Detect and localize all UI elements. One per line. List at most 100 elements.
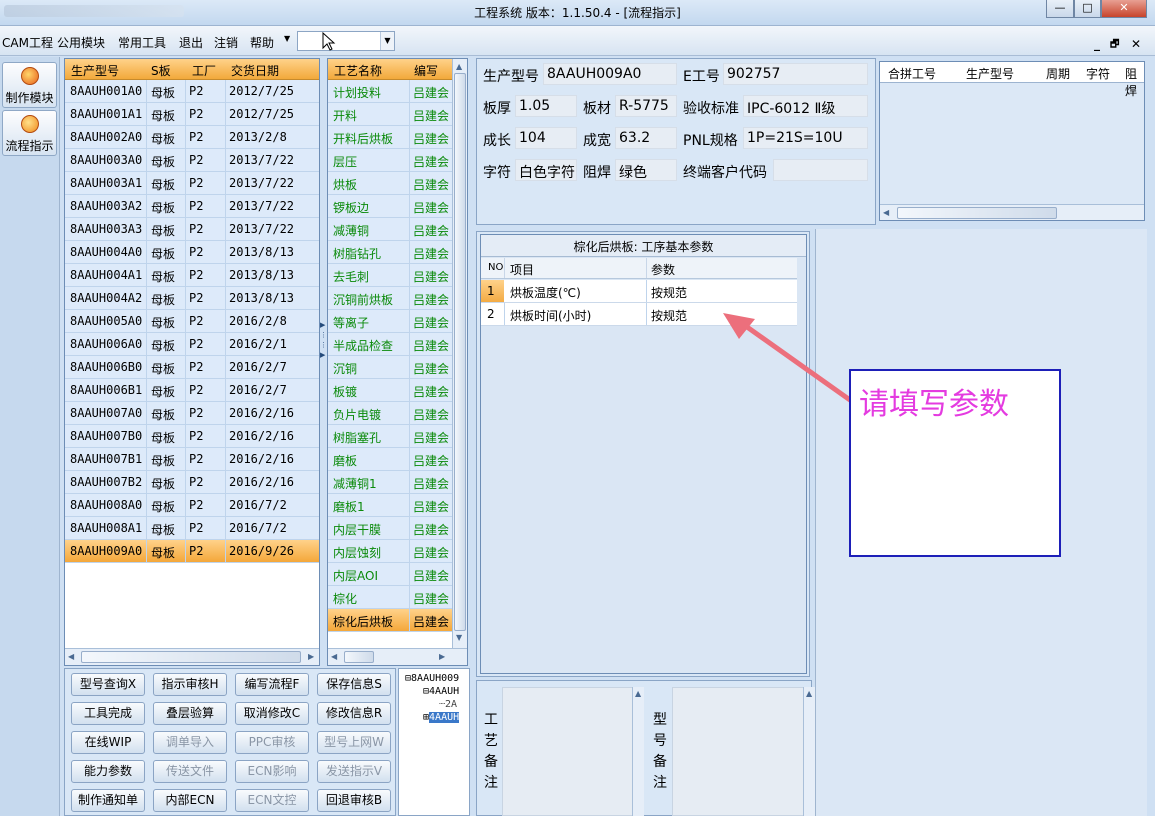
horizontal-scrollbar[interactable]: ◀ ▶ [328, 648, 467, 665]
soldermask-field[interactable]: 绿色 [615, 159, 677, 181]
thickness-field[interactable]: 1.05 [515, 95, 577, 117]
tree-item[interactable]: ⊞4AAUH [423, 712, 460, 723]
vertical-scrollbar[interactable]: ▲ [632, 687, 644, 816]
action-button[interactable]: 保存信息S [317, 673, 391, 696]
process-remark-textarea[interactable] [502, 687, 642, 816]
column-header[interactable]: 阻焊 [1125, 65, 1144, 99]
maximize-button[interactable]: □ [1074, 0, 1101, 18]
action-button[interactable]: 在线WIP [71, 731, 145, 754]
table-row[interactable]: 8AAUH006B0 母板 P2 2016/2/7 [65, 356, 319, 379]
process-row[interactable]: 板镀 吕建会 [328, 379, 452, 402]
action-button[interactable]: 取消修改C [235, 702, 309, 725]
table-row[interactable]: 8AAUH004A0 母板 P2 2013/8/13 [65, 241, 319, 264]
table-row[interactable]: 8AAUH004A1 母板 P2 2013/8/13 [65, 264, 319, 287]
action-button[interactable]: 传送文件 [153, 760, 227, 783]
toolbar-combo[interactable]: ▼ [297, 31, 395, 51]
table-row[interactable]: 8AAUH006B1 母板 P2 2016/2/7 [65, 379, 319, 402]
scroll-thumb[interactable] [344, 651, 374, 663]
process-row[interactable]: 半成品检查 吕建会 [328, 333, 452, 356]
mdi-minimize-button[interactable]: _ [1094, 37, 1100, 51]
table-row[interactable]: 8AAUH002A0 母板 P2 2013/2/8 [65, 126, 319, 149]
column-header[interactable]: 字符 [1086, 65, 1110, 82]
scroll-thumb[interactable] [897, 207, 1057, 219]
tree-item[interactable]: ⊟4AAUH [423, 686, 459, 697]
mdi-restore-button[interactable]: 🗗 [1110, 37, 1119, 54]
vertical-scrollbar[interactable]: ▲ [803, 687, 815, 816]
process-row[interactable]: 内层AOI 吕建会 [328, 563, 452, 586]
table-row[interactable]: 8AAUH009A0 母板 P2 2016/9/26 [65, 540, 319, 563]
length-field[interactable]: 104 [515, 127, 577, 149]
tree-item[interactable]: ⊟8AAUH009 [405, 673, 459, 684]
table-row[interactable]: 8AAUH007B2 母板 P2 2016/2/16 [65, 471, 319, 494]
process-row[interactable]: 减薄铜 吕建会 [328, 218, 452, 241]
action-button[interactable]: 型号上网W [317, 731, 391, 754]
action-button[interactable]: 制作通知单 [71, 789, 145, 812]
pnl-field[interactable]: 1P=21S=10U [743, 127, 868, 149]
vertical-scrollbar[interactable]: ▲ ▼ [452, 59, 467, 648]
table-row[interactable]: 8AAUH007B1 母板 P2 2016/2/16 [65, 448, 319, 471]
process-row[interactable]: 树脂钻孔 吕建会 [328, 241, 452, 264]
splitter-grip[interactable]: ▶ ⋮ ⋮ ▶ [320, 320, 327, 360]
width-field[interactable]: 63.2 [615, 127, 677, 149]
close-button[interactable]: ✕ [1101, 0, 1147, 18]
table-row[interactable]: 8AAUH008A1 母板 P2 2016/7/2 [65, 517, 319, 540]
material-field[interactable]: R-5775 [615, 95, 677, 117]
process-row[interactable]: 沉铜前烘板 吕建会 [328, 287, 452, 310]
process-row[interactable]: 层压 吕建会 [328, 149, 452, 172]
process-row[interactable]: 烘板 吕建会 [328, 172, 452, 195]
process-row[interactable]: 开料 吕建会 [328, 103, 452, 126]
table-row[interactable]: 8AAUH008A0 母板 P2 2016/7/2 [65, 494, 319, 517]
column-header[interactable]: 参数 [651, 261, 675, 278]
process-row[interactable]: 磨板 吕建会 [328, 448, 452, 471]
menu-help[interactable]: 帮助 [250, 34, 274, 51]
action-button[interactable]: ECN文控 [235, 789, 309, 812]
standard-field[interactable]: IPC-6012 Ⅱ级 [743, 95, 868, 117]
model-remark-textarea[interactable] [672, 687, 805, 816]
menu-exit[interactable]: 退出 [179, 34, 203, 51]
process-row[interactable]: 沉铜 吕建会 [328, 356, 452, 379]
process-row[interactable]: 去毛刺 吕建会 [328, 264, 452, 287]
action-button[interactable]: 能力参数 [71, 760, 145, 783]
process-row[interactable]: 棕化后烘板 吕建会 [328, 609, 452, 632]
action-button[interactable]: 发送指示V [317, 760, 391, 783]
scroll-thumb[interactable] [454, 73, 466, 631]
minimize-button[interactable]: — [1046, 0, 1074, 18]
column-header[interactable]: S板 [151, 62, 171, 79]
table-row[interactable]: 8AAUH007B0 母板 P2 2016/2/16 [65, 425, 319, 448]
menu-tools[interactable]: 常用工具 [118, 34, 166, 51]
column-header[interactable]: 项目 [510, 261, 534, 278]
table-row[interactable]: 8AAUH003A0 母板 P2 2013/7/22 [65, 149, 319, 172]
tree-item[interactable]: ┈2A [439, 699, 457, 710]
menu-logout[interactable]: 注销 [214, 34, 238, 51]
column-header[interactable]: 合拼工号 [888, 65, 936, 82]
action-button[interactable]: PPC审核 [235, 731, 309, 754]
process-row[interactable]: 等离子 吕建会 [328, 310, 452, 333]
column-header[interactable]: NO [488, 262, 503, 273]
action-button[interactable]: 内部ECN [153, 789, 227, 812]
column-header[interactable]: 周期 [1046, 65, 1070, 82]
column-header[interactable]: 生产型号 [71, 62, 119, 79]
process-row[interactable]: 开料后烘板 吕建会 [328, 126, 452, 149]
action-button[interactable]: 叠层验算 [153, 702, 227, 725]
menu-overflow-icon[interactable]: ▼ [284, 34, 290, 43]
table-row[interactable]: 8AAUH001A1 母板 P2 2012/7/25 [65, 103, 319, 126]
column-header[interactable]: 生产型号 [966, 65, 1014, 82]
action-button[interactable]: 调单导入 [153, 731, 227, 754]
table-row[interactable]: 8AAUH006A0 母板 P2 2016/2/1 [65, 333, 319, 356]
mdi-close-button[interactable]: ✕ [1131, 37, 1141, 51]
process-row[interactable]: 内层蚀刻 吕建会 [328, 540, 452, 563]
action-button[interactable]: 编写流程F [235, 673, 309, 696]
column-header[interactable]: 编写 [414, 62, 438, 79]
action-button[interactable]: 型号查询X [71, 673, 145, 696]
horizontal-scrollbar[interactable]: ◀ ▶ [65, 648, 319, 665]
table-row[interactable]: 8AAUH003A2 母板 P2 2013/7/22 [65, 195, 319, 218]
menu-cam[interactable]: CAM工程 [2, 34, 53, 51]
sidebar-item-make-module[interactable]: 制作模块 [2, 62, 57, 108]
table-row[interactable]: 8AAUH005A0 母板 P2 2016/2/8 [65, 310, 319, 333]
process-row[interactable]: 磨板1 吕建会 [328, 494, 452, 517]
menu-common-modules[interactable]: 公用模块 [57, 34, 105, 51]
horizontal-scrollbar[interactable]: ◀ [880, 204, 1144, 220]
process-row[interactable]: 计划投料 吕建会 [328, 80, 452, 103]
table-row[interactable]: 8AAUH001A0 母板 P2 2012/7/25 [65, 80, 319, 103]
model-field[interactable]: 8AAUH009A0 [543, 63, 677, 85]
